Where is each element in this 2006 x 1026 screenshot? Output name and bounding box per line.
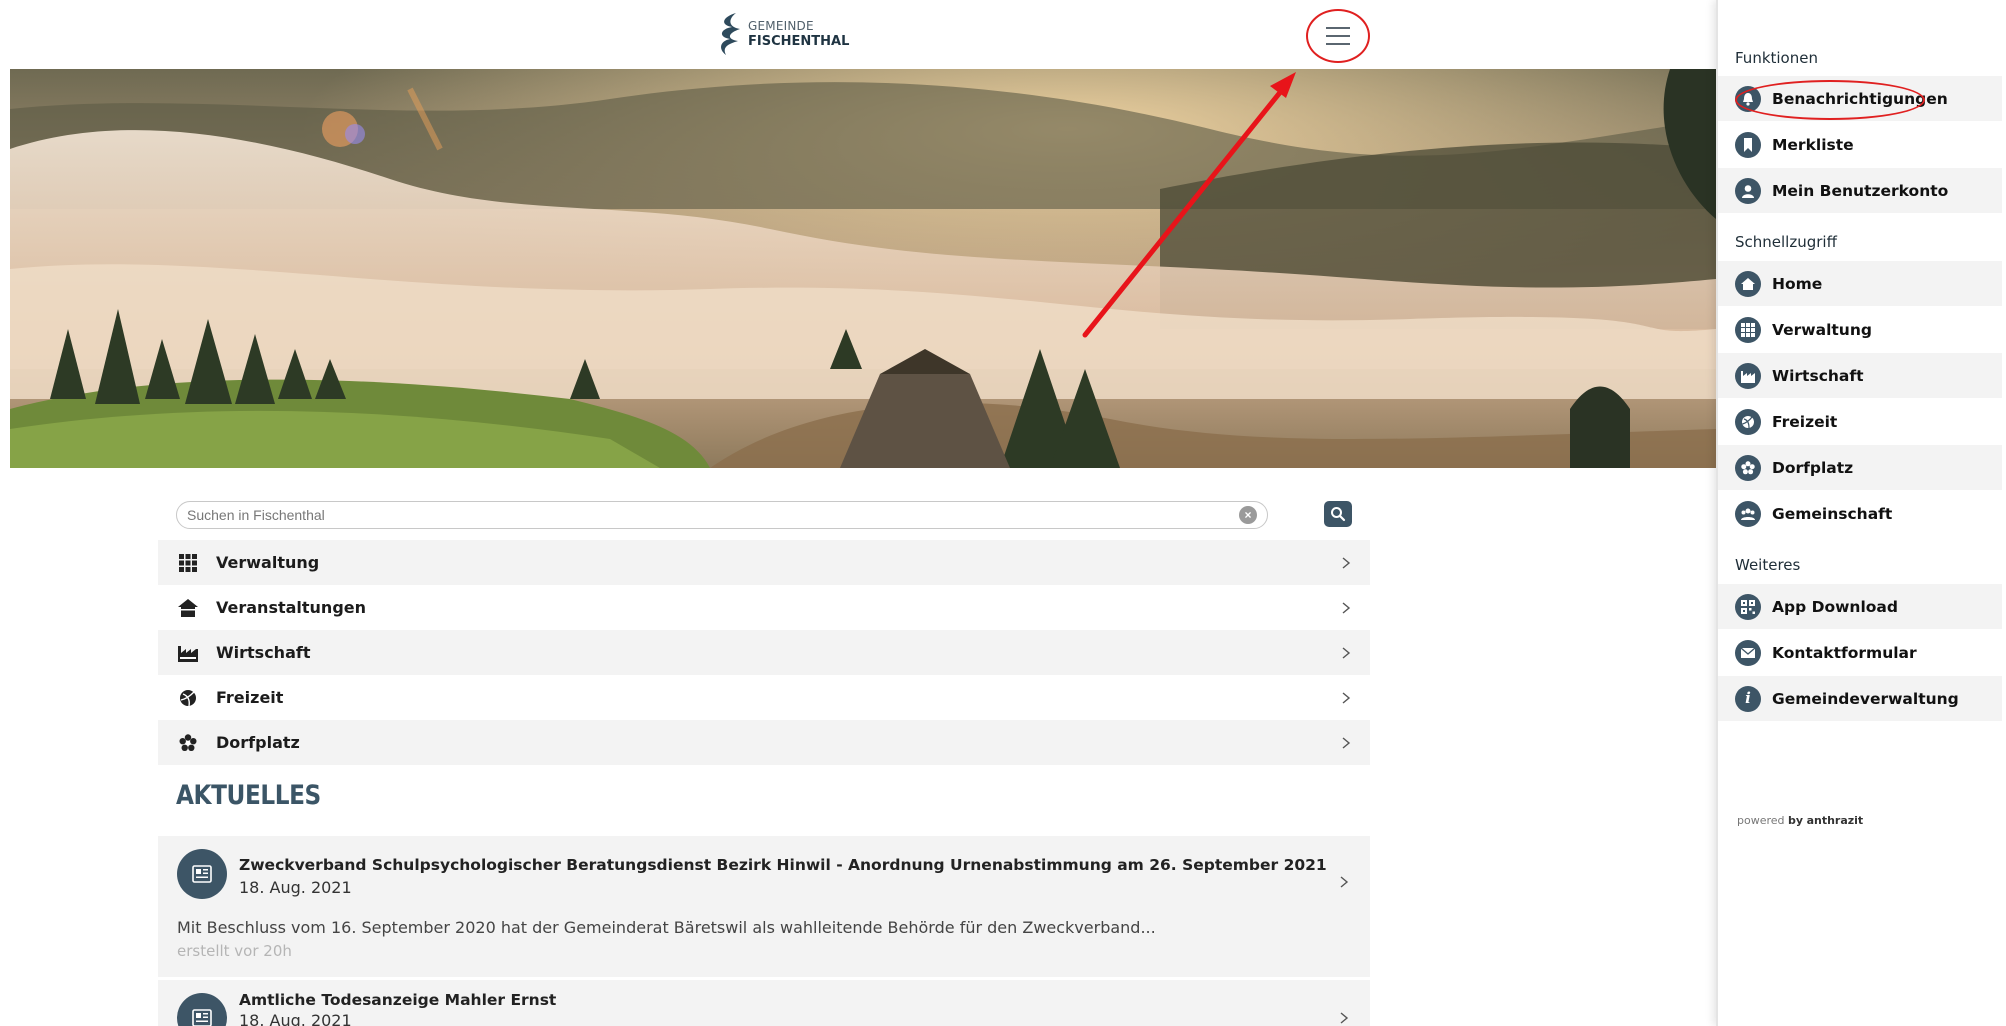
category-row-veranstaltungen[interactable]: Veranstaltungen xyxy=(158,585,1370,630)
bookmark-icon xyxy=(1735,131,1761,158)
bell-icon xyxy=(1735,85,1761,112)
hamburger-icon xyxy=(1326,27,1350,45)
category-row-verwaltung[interactable]: Verwaltung xyxy=(158,540,1370,585)
chevron-right-icon xyxy=(1342,601,1351,614)
logo-line-1: GEMEINDE xyxy=(748,19,814,33)
header-bar: GEMEINDE FISCHENTHAL xyxy=(0,0,1716,68)
logo-line-2: FISCHENTHAL xyxy=(748,34,850,49)
side-item-label: App Download xyxy=(1772,597,1898,616)
side-item-label: Home xyxy=(1772,274,1823,293)
powered-by-word: by xyxy=(1788,814,1804,827)
chevron-right-icon xyxy=(1342,556,1351,569)
category-label: Verwaltung xyxy=(216,553,320,572)
category-label: Wirtschaft xyxy=(216,643,311,662)
logo-mark-icon xyxy=(721,13,740,55)
house-icon xyxy=(178,598,198,618)
side-item-label: Freizeit xyxy=(1772,412,1838,431)
news-title[interactable]: Amtliche Todesanzeige Mahler Ernst xyxy=(239,991,556,1009)
side-item-contact-form[interactable]: Kontaktformular xyxy=(1718,630,2002,675)
powered-by[interactable]: powered by anthrazit xyxy=(1737,814,1863,827)
search-icon xyxy=(1331,507,1346,522)
side-item-notifications[interactable]: Benachrichtigungen xyxy=(1718,76,2002,121)
news-created: erstellt vor 20h xyxy=(177,942,292,960)
category-row-wirtschaft[interactable]: Wirtschaft xyxy=(158,630,1370,675)
info-icon: i xyxy=(1735,685,1761,712)
clear-icon[interactable]: × xyxy=(1239,506,1257,524)
side-item-label: Gemeindeverwaltung xyxy=(1772,689,1959,708)
side-item-wirtschaft[interactable]: Wirtschaft xyxy=(1718,353,2002,398)
side-heading-more: Weiteres xyxy=(1735,556,1801,574)
grid-icon xyxy=(1735,316,1761,343)
factory-icon xyxy=(178,643,198,663)
side-item-merkliste[interactable]: Merkliste xyxy=(1718,122,2002,167)
search-input[interactable] xyxy=(187,507,1239,523)
grid-icon xyxy=(178,553,198,573)
ball-icon xyxy=(1735,408,1761,435)
side-item-label: Verwaltung xyxy=(1772,320,1872,339)
news-date: 18. Aug. 2021 xyxy=(239,878,352,897)
side-item-label: Mein Benutzerkonto xyxy=(1772,181,1949,200)
factory-icon xyxy=(1735,362,1761,389)
side-item-label: Benachrichtigungen xyxy=(1772,89,1948,108)
flower-icon xyxy=(1735,454,1761,481)
user-icon xyxy=(1735,177,1761,204)
side-menu-panel: Funktionen Benachrichtigungen Merkliste … xyxy=(1716,0,2006,1026)
chevron-right-icon xyxy=(1340,876,1349,888)
menu-button[interactable] xyxy=(1306,9,1370,63)
mail-icon xyxy=(1735,639,1761,666)
side-item-label: Dorfplatz xyxy=(1772,458,1854,477)
municipality-logo[interactable]: GEMEINDE FISCHENTHAL xyxy=(714,10,849,58)
side-item-app-download[interactable]: App Download xyxy=(1718,584,2002,629)
side-item-municipal-admin[interactable]: i Gemeindeverwaltung xyxy=(1718,676,2002,721)
news-date: 18. Aug. 2021 xyxy=(239,1011,352,1026)
powered-brand: anthrazit xyxy=(1806,814,1864,827)
news-item[interactable]: Amtliche Todesanzeige Mahler Ernst 18. A… xyxy=(158,980,1370,1026)
category-label: Veranstaltungen xyxy=(216,598,367,617)
home-icon xyxy=(1735,270,1761,297)
category-row-freizeit[interactable]: Freizeit xyxy=(158,675,1370,720)
chevron-right-icon xyxy=(1342,646,1351,659)
news-excerpt: Mit Beschluss vom 16. September 2020 hat… xyxy=(177,918,1156,937)
side-item-verwaltung[interactable]: Verwaltung xyxy=(1718,307,2002,352)
qr-icon xyxy=(1735,593,1761,620)
news-title[interactable]: Zweckverband Schulpsychologischer Beratu… xyxy=(239,856,1327,874)
side-item-label: Gemeinschaft xyxy=(1772,504,1893,523)
category-label: Freizeit xyxy=(216,688,284,707)
category-label: Dorfplatz xyxy=(216,733,300,752)
category-row-dorfplatz[interactable]: Dorfplatz xyxy=(158,720,1370,765)
side-heading-quick: Schnellzugriff xyxy=(1735,233,1837,251)
chevron-right-icon xyxy=(1340,1012,1349,1024)
hero-image xyxy=(10,69,1716,468)
side-item-freizeit[interactable]: Freizeit xyxy=(1718,399,2002,444)
side-heading-functions: Funktionen xyxy=(1735,49,1818,67)
side-item-home[interactable]: Home xyxy=(1718,261,2002,306)
side-item-label: Merkliste xyxy=(1772,135,1854,154)
chevron-right-icon xyxy=(1342,736,1351,749)
side-item-label: Wirtschaft xyxy=(1772,366,1864,385)
side-item-label: Kontaktformular xyxy=(1772,643,1917,662)
chevron-right-icon xyxy=(1342,691,1351,704)
news-section-title: AKTUELLES xyxy=(176,780,321,811)
group-icon xyxy=(1735,500,1761,527)
category-list: Verwaltung Veranstaltungen Wirtschaft Fr… xyxy=(158,540,1370,765)
ball-icon xyxy=(178,688,198,708)
news-icon xyxy=(177,849,227,899)
search-field[interactable]: × xyxy=(176,501,1268,529)
news-item[interactable]: Zweckverband Schulpsychologischer Beratu… xyxy=(158,836,1370,977)
side-item-account[interactable]: Mein Benutzerkonto xyxy=(1718,168,2002,213)
news-icon xyxy=(177,993,227,1026)
flower-icon xyxy=(178,733,198,753)
side-item-dorfplatz[interactable]: Dorfplatz xyxy=(1718,445,2002,490)
powered-prefix: powered xyxy=(1737,814,1785,827)
search-button[interactable] xyxy=(1324,501,1352,527)
side-item-gemeinschaft[interactable]: Gemeinschaft xyxy=(1718,491,2002,536)
